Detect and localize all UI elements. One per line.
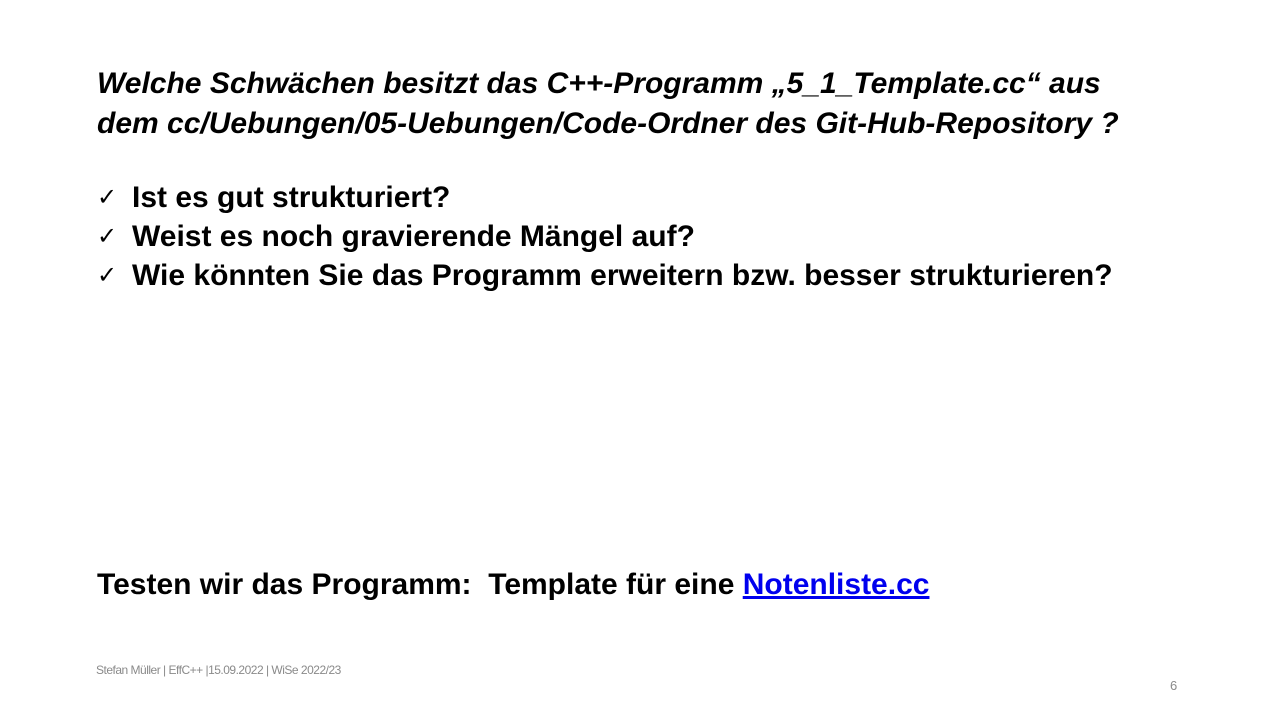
bullet-text: Ist es gut strukturiert?	[132, 181, 451, 214]
checkmark-icon: ✓	[97, 222, 118, 250]
notenliste-link[interactable]: Notenliste.cc	[743, 568, 930, 601]
test-line-text: Testen wir das Programm: Template für ei…	[97, 568, 743, 601]
slide-title-line-2: dem cc/Uebungen/05-Uebungen/Code-Ordner …	[97, 107, 1119, 140]
checkmark-icon: ✓	[97, 183, 118, 211]
checkmark-icon: ✓	[97, 261, 118, 289]
bullet-text: Weist es noch gravierende Mängel auf?	[132, 220, 695, 253]
test-line: Testen wir das Programm: Template für ei…	[97, 568, 929, 602]
bullet-item: ✓ Weist es noch gravierende Mängel auf?	[97, 217, 1113, 256]
slide-footer: Stefan Müller | EffC++ |15.09.2022 | WiS…	[96, 663, 341, 677]
bullet-list: ✓ Ist es gut strukturiert? ✓ Weist es no…	[97, 178, 1113, 295]
page-number: 6	[1170, 678, 1178, 693]
slide-title-line-1: Welche Schwächen besitzt das C++-Program…	[97, 67, 1101, 100]
bullet-text: Wie könnten Sie das Programm erweitern b…	[132, 259, 1113, 292]
slide-title: Welche Schwächen besitzt das C++-Program…	[97, 64, 1237, 144]
bullet-item: ✓ Wie könnten Sie das Programm erweitern…	[97, 256, 1113, 295]
bullet-item: ✓ Ist es gut strukturiert?	[97, 178, 1113, 217]
